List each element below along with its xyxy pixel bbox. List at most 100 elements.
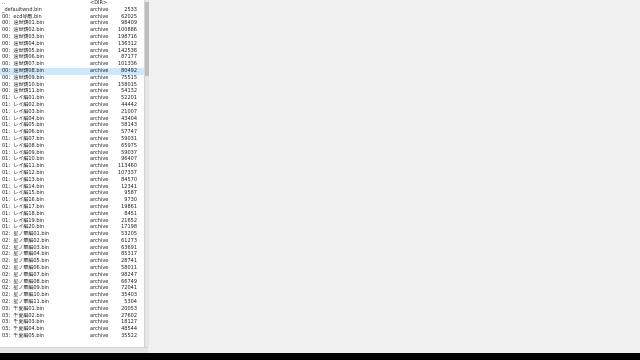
file-size: 17198 — [121, 224, 137, 231]
file-row[interactable]: 01：レイ編02.bin archive 44442 — [0, 102, 144, 109]
file-row[interactable]: 00：遠世鋳06.bin archive 87177 — [0, 54, 144, 61]
file-name: 02：星ノ華編08.bin — [2, 278, 50, 285]
file-row[interactable]: 01：レイ編10.bin archive 96407 — [0, 156, 144, 163]
file-row[interactable]: 03：千夏編04.bin archive 48544 — [0, 326, 144, 333]
parent-directory-row[interactable]: .. <DIR> — [0, 0, 144, 7]
file-size: 98247 — [121, 271, 137, 278]
file-row[interactable]: 00：遠世鋳11.bin archive 54132 — [0, 88, 144, 95]
file-row[interactable]: 02：星ノ華編10.bin archive 35403 — [0, 292, 144, 299]
file-row[interactable]: 02：星ノ華編09.bin archive 72041 — [0, 285, 144, 292]
file-name: 01：レイ編08.bin — [2, 142, 45, 149]
file-name: 03：千夏編05.bin — [2, 333, 45, 340]
file-name: 00：遠世鋳07.bin — [2, 61, 45, 68]
file-name: 01：レイ編20.bin — [2, 224, 45, 231]
parent-directory-name: .. — [2, 0, 6, 6]
file-row[interactable]: 01：レイ編08.bin archive 65975 — [0, 143, 144, 150]
file-row[interactable]: 03：千夏編03.bin archive 18127 — [0, 319, 144, 326]
file-row[interactable]: 01：レイ編01.bin archive 52201 — [0, 95, 144, 102]
file-row[interactable]: 01：レイ編16.bin archive 9730 — [0, 197, 144, 204]
file-name: 01：レイ編17.bin — [2, 203, 45, 210]
file-size: 62025 — [121, 13, 137, 20]
file-row[interactable]: 02：星ノ華編03.bin archive 63691 — [0, 245, 144, 252]
file-size: 21007 — [121, 108, 137, 115]
file-name: 02：星ノ華編03.bin — [2, 244, 50, 251]
file-row[interactable]: 01：レイ編15.bin archive 9587 — [0, 190, 144, 197]
file-size: 113460 — [117, 163, 137, 170]
file-row[interactable]: 01：レイ編11.bin archive 113460 — [0, 163, 144, 170]
file-name: 02：星ノ華編09.bin — [2, 285, 50, 292]
file-size: 9730 — [124, 197, 137, 204]
file-row[interactable]: 03：千夏編05.bin archive 35522 — [0, 333, 144, 340]
file-row[interactable]: 02：星ノ華編08.bin archive 66749 — [0, 279, 144, 286]
file-row[interactable]: 00：遠世鋳05.bin archive 142538 — [0, 48, 144, 55]
file-name: 02：星ノ華編07.bin — [2, 271, 50, 278]
file-name: 01：レイ編04.bin — [2, 115, 45, 122]
file-name: _defaultwnd.bin — [2, 6, 42, 13]
file-row[interactable]: 01：レイ編19.bin archive 21652 — [0, 218, 144, 225]
file-size: 72041 — [121, 285, 137, 292]
file-name: 01：レイ編11.bin — [2, 163, 45, 170]
file-row[interactable]: 00：遠世鋳01.bin archive 98409 — [0, 20, 144, 27]
file-name: 00：遠世鋳04.bin — [2, 40, 45, 47]
file-row[interactable]: 00：遠世鋳08.bin archive 80492 — [0, 67, 144, 75]
file-name: 01：レイ編10.bin — [2, 156, 45, 163]
file-name: 03：千夏編02.bin — [2, 312, 45, 319]
file-row[interactable]: 01：レイ編07.bin archive 59031 — [0, 136, 144, 143]
file-row[interactable]: 00：遠世鋳07.bin archive 101336 — [0, 61, 144, 68]
file-row[interactable]: 01：レイ編14.bin archive 12341 — [0, 184, 144, 191]
file-row[interactable]: 01：レイ編20.bin archive 17198 — [0, 224, 144, 231]
file-row[interactable]: 00：遠世鋳09.bin archive 75515 — [0, 75, 144, 82]
file-size: 2533 — [124, 6, 137, 13]
file-size: 57747 — [121, 129, 137, 136]
file-row[interactable]: 02：星ノ華編07.bin archive 98247 — [0, 272, 144, 279]
file-row[interactable]: 01：レイ編13.bin archive 84570 — [0, 177, 144, 184]
file-row[interactable]: 01：レイ編17.bin archive 19861 — [0, 204, 144, 211]
file-name: 00：遠世鋳08.bin — [2, 67, 45, 74]
file-row[interactable]: 01：レイ編09.bin archive 59037 — [0, 150, 144, 157]
file-name: 02：星ノ華編11.bin — [2, 299, 50, 306]
file-row[interactable]: 01：レイ編05.bin archive 58143 — [0, 122, 144, 129]
file-size: 44442 — [121, 101, 137, 108]
file-row[interactable]: 02：星ノ華編02.bin archive 61273 — [0, 238, 144, 245]
file-row[interactable]: 01：レイ編18.bin archive 8451 — [0, 211, 144, 218]
file-row[interactable]: 02：星ノ華編11.bin archive 5304 — [0, 299, 144, 306]
file-row[interactable]: 02：星ノ華編04.bin archive 85317 — [0, 251, 144, 258]
letterbox-bar — [0, 353, 640, 360]
file-size: 80492 — [121, 67, 137, 74]
file-row[interactable]: 00：遠世鋳03.bin archive 198716 — [0, 34, 144, 41]
file-name: 00：遠世鋳09.bin — [2, 74, 45, 81]
file-name: 02：星ノ華編05.bin — [2, 258, 50, 265]
file-row[interactable]: 00：遠世鋳10.bin archive 158015 — [0, 82, 144, 89]
file-size: 98409 — [121, 20, 137, 27]
file-name: 01：レイ編06.bin — [2, 129, 45, 136]
file-size: 21652 — [121, 217, 137, 224]
file-row[interactable]: 01：レイ編06.bin archive 57747 — [0, 129, 144, 136]
file-row[interactable]: 01：レイ編04.bin archive 43404 — [0, 116, 144, 123]
file-row[interactable]: 01：レイ編12.bin archive 107337 — [0, 170, 144, 177]
file-size: 63691 — [121, 244, 137, 251]
file-name: 02：星ノ華編01.bin — [2, 231, 50, 238]
file-row[interactable]: 03：千夏編01.bin archive 20053 — [0, 306, 144, 313]
file-row[interactable]: 00：遠世鋳02.bin archive 100886 — [0, 27, 144, 34]
file-row[interactable]: 00：ecd琴敵.bin archive 62025 — [0, 14, 144, 21]
file-row[interactable]: 02：星ノ華編06.bin archive 58011 — [0, 265, 144, 272]
file-row[interactable]: _defaultwnd.bin archive 2533 — [0, 7, 144, 14]
file-row[interactable]: 01：レイ編03.bin archive 21007 — [0, 109, 144, 116]
file-list[interactable]: .. <DIR> _defaultwnd.bin archive 2533 00：ec… — [0, 0, 144, 347]
file-size: 85317 — [121, 251, 137, 258]
file-row[interactable]: 03：千夏編02.bin archive 27602 — [0, 313, 144, 320]
file-size: 142538 — [117, 47, 137, 54]
file-size: 52201 — [121, 95, 137, 102]
file-size: 136312 — [117, 40, 137, 47]
file-row[interactable]: 02：星ノ華編05.bin archive 28741 — [0, 258, 144, 265]
file-size: 12341 — [121, 183, 137, 190]
file-name: 00：遠世鋳02.bin — [2, 27, 45, 34]
file-size: 53205 — [121, 231, 137, 238]
file-row[interactable]: 00：遠世鋳04.bin archive 136312 — [0, 41, 144, 48]
file-name: 01：レイ編16.bin — [2, 197, 45, 204]
file-row[interactable]: 02：星ノ華編01.bin archive 53205 — [0, 231, 144, 238]
file-name: 00：遠世鋳10.bin — [2, 81, 45, 88]
file-name: 03：千夏編01.bin — [2, 305, 45, 312]
file-size: 66749 — [121, 278, 137, 285]
file-name: 01：レイ編07.bin — [2, 135, 45, 142]
